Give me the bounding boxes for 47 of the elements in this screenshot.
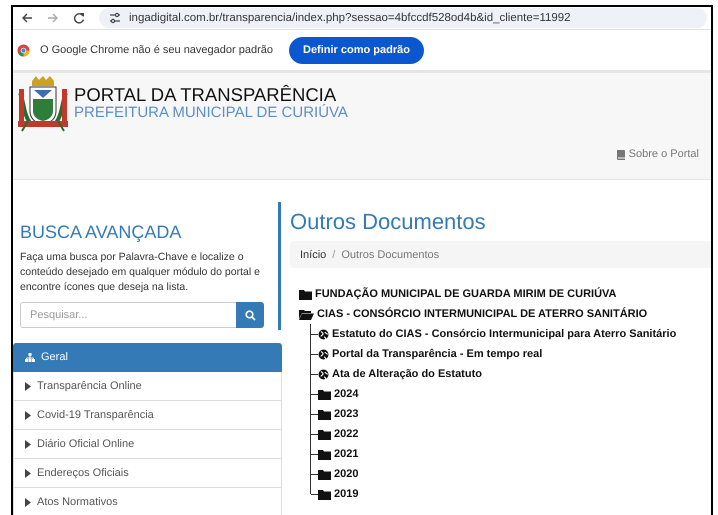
sidebar-item[interactable]: Geral — [13, 343, 282, 372]
portal-subtitle: PREFEITURA MUNICIPAL DE CURIÚVA — [74, 105, 348, 121]
search-description: Faça uma busca por Palavra-Chave e localize o conteúdo desejado em qualquer módulo do portal e encontre ícones que deseja na lista. — [20, 250, 261, 295]
search-field[interactable]: Pesquisar... — [20, 302, 236, 328]
breadcrumb-link[interactable]: Início — [300, 248, 326, 260]
advanced-search-title: BUSCA AVANÇADA — [20, 222, 182, 242]
folder-link[interactable]: 2019 — [334, 488, 358, 500]
sidebar-item[interactable]: Endereços Oficiais — [13, 459, 282, 488]
back-icon[interactable] — [21, 12, 33, 24]
globe-icon — [318, 368, 329, 380]
globe-icon — [318, 348, 329, 360]
caret-icon — [25, 410, 31, 420]
sitemap-icon — [25, 352, 35, 362]
folder-link[interactable]: CIAS - CONSÓRCIO INTERMUNICIPAL DE ATERRO SANITÁRIO — [317, 308, 648, 320]
folder-link[interactable]: 2024 — [334, 388, 358, 400]
set-default-button[interactable]: Definir como padrão — [289, 36, 424, 64]
document-link[interactable]: Portal da Transparência - Em tempo real — [332, 348, 542, 360]
folder-link[interactable]: 2020 — [334, 468, 358, 480]
caret-icon — [25, 382, 31, 390]
document-link[interactable]: Estatuto do CIAS - Consórcio Intermunicipal para Aterro Sanitário — [332, 328, 676, 340]
breadcrumb-link[interactable]: Outros Documentos — [341, 248, 440, 260]
sidebar-item[interactable]: Covid-19 Transparência — [13, 401, 282, 430]
sidebar-item[interactable]: Diário Oficial Online — [13, 430, 282, 459]
page-title: Outros Documentos — [290, 210, 487, 234]
reload-icon[interactable] — [73, 12, 85, 24]
sidebar-item[interactable]: Transparência Online — [13, 372, 282, 401]
folder-link[interactable]: 2023 — [334, 408, 358, 420]
breadcrumb-separator: / — [332, 248, 336, 260]
sidebar-item[interactable]: Atos Normativos — [13, 488, 282, 515]
url-text: ingadigital.com.br/transparencia/index.php?sessao=4bfccdf528od4b&id_cliente=11992 — [129, 12, 571, 24]
portal-title: PORTAL DA TRANSPARÊNCIA — [74, 85, 336, 105]
document-link[interactable]: Ata de Alteração do Estatuto — [332, 368, 482, 380]
about-portal-link[interactable]: Sobre o Portal — [628, 148, 699, 160]
caret-icon — [25, 498, 31, 506]
globe-icon — [318, 328, 329, 340]
tune-icon — [109, 12, 121, 24]
infobar-message: O Google Chrome não é seu navegador padrão — [40, 44, 273, 56]
search-icon — [244, 310, 256, 320]
browser-logo-icon — [17, 44, 30, 56]
caret-icon — [25, 440, 31, 448]
address-bar[interactable]: ingadigital.com.br/transparencia/index.php?sessao=4bfccdf528od4b&id_cliente=11992 — [99, 8, 707, 28]
folder-link[interactable]: 2021 — [334, 448, 358, 460]
book-icon — [616, 148, 626, 160]
caret-icon — [25, 468, 31, 478]
folder-link[interactable]: 2022 — [334, 428, 358, 440]
folder-link[interactable]: FUNDAÇÃO MUNICIPAL DE GUARDA MIRIM DE CURIÚVA — [315, 288, 616, 300]
search-button[interactable] — [236, 302, 264, 328]
